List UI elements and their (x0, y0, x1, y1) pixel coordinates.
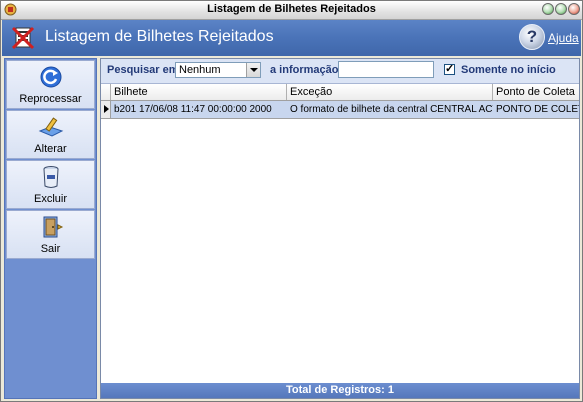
info-input[interactable] (338, 61, 434, 78)
column-header-excecao[interactable]: Exceção (287, 84, 493, 100)
help-button[interactable]: ? Ajuda (517, 23, 579, 53)
window-title: Listagem de Bilhetes Rejeitados (207, 3, 376, 15)
search-in-value: Nenhum (179, 64, 221, 76)
results-table: Bilhete Exceção Ponto de Coleta b201 17/… (101, 84, 579, 382)
sidebar-item-label: Excluir (33, 193, 67, 205)
delete-button[interactable]: Excluir (6, 160, 95, 209)
exit-button[interactable]: Sair (6, 210, 95, 259)
edit-button[interactable]: Alterar (6, 110, 95, 159)
cell-excecao[interactable]: O formato de bilhete da central CENTRAL … (287, 101, 493, 118)
reprocess-button[interactable]: Reprocessar (6, 60, 95, 109)
column-header-bilhete[interactable]: Bilhete (111, 84, 287, 100)
cell-bilhete[interactable]: b201 17/06/08 11:47 00:00:00 2000 (111, 101, 287, 118)
info-label: a informação (270, 64, 339, 76)
sidebar: Reprocessar Alterar Excluir Sair (4, 58, 97, 399)
row-indicator-header (101, 84, 111, 100)
sidebar-item-label: Sair (40, 243, 61, 255)
column-header-ponto-coleta[interactable]: Ponto de Coleta (493, 84, 579, 100)
reprocess-icon (40, 66, 62, 88)
app-window: Listagem de Bilhetes Rejeitados Listagem… (0, 0, 583, 402)
trash-icon (43, 166, 59, 188)
table-row[interactable]: b201 17/06/08 11:47 00:00:00 2000 O form… (101, 101, 579, 119)
only-start-label: Somente no início (461, 64, 556, 76)
maximize-button[interactable] (555, 3, 567, 15)
exit-door-icon (43, 216, 64, 238)
main-panel: Pesquisar em Nenhum a informação Somente… (100, 58, 580, 399)
sidebar-item-label: Alterar (34, 143, 67, 155)
search-in-label: Pesquisar em (107, 64, 179, 76)
chevron-down-icon[interactable] (246, 63, 260, 77)
edit-icon (38, 117, 64, 137)
filter-bar: Pesquisar em Nenhum a informação Somente… (101, 59, 579, 84)
sidebar-item-label: Reprocessar (19, 93, 82, 105)
minimize-button[interactable] (542, 3, 554, 15)
help-icon: ? (519, 24, 545, 50)
close-button[interactable] (568, 3, 580, 15)
rejected-tickets-icon (11, 26, 35, 50)
search-in-select[interactable]: Nenhum (175, 62, 261, 78)
only-start-checkbox[interactable] (444, 62, 455, 75)
cell-ponto-coleta[interactable]: PONTO DE COLETA (493, 101, 579, 118)
title-bar[interactable]: Listagem de Bilhetes Rejeitados (1, 1, 582, 20)
help-label: Ajuda (548, 31, 579, 45)
page-header: Listagem de Bilhetes Rejeitados ? Ajuda (2, 20, 581, 56)
table-header: Bilhete Exceção Ponto de Coleta (101, 84, 579, 101)
record-count-bar: Total de Registros: 1 (101, 383, 579, 398)
page-title: Listagem de Bilhetes Rejeitados (45, 28, 274, 45)
current-row-indicator (101, 101, 111, 118)
